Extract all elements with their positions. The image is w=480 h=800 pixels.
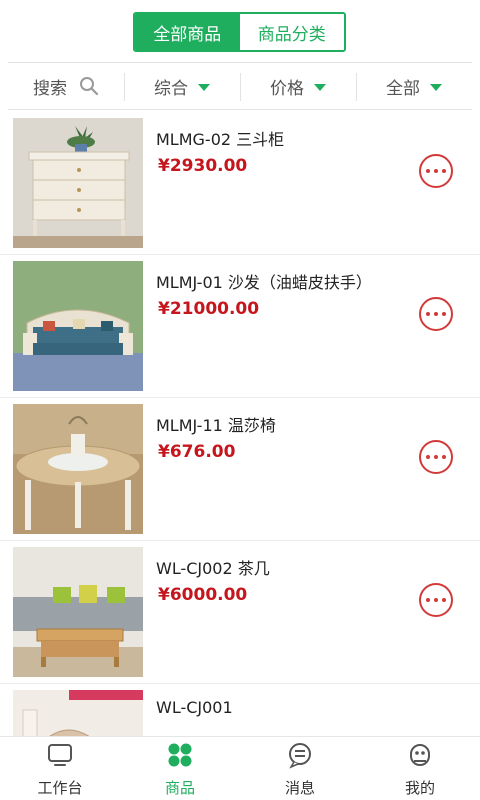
list-item[interactable]: WL-CJ002 茶几 ¥6000.00: [0, 541, 480, 684]
tab-all-products[interactable]: 全部商品: [135, 14, 240, 50]
search-label: 搜索: [33, 78, 67, 99]
product-image: [13, 261, 143, 391]
dot-icon: [442, 598, 446, 602]
product-name: MLMJ-11 温莎椅: [156, 416, 276, 435]
product-name: MLMG-02 三斗柜: [156, 130, 285, 149]
dot-icon: [426, 169, 430, 173]
dropdown-arrow-icon: [314, 83, 326, 91]
dropdown-arrow-icon: [430, 83, 442, 91]
list-item[interactable]: MLMG-02 三斗柜 ¥2930.00: [0, 112, 480, 255]
dot-icon: [434, 455, 438, 459]
nav-label: 工作台: [37, 779, 83, 797]
dot-icon: [426, 598, 430, 602]
list-item[interactable]: MLMJ-01 沙发（油蜡皮扶手） ¥21000.00: [0, 255, 480, 398]
price-filter[interactable]: 价格: [240, 63, 356, 109]
nav-label: 我的: [404, 779, 435, 797]
sort-label: 综合: [154, 78, 188, 99]
monitor-icon: [46, 741, 74, 773]
search-icon: [79, 76, 99, 96]
nav-tab-messages[interactable]: 消息: [240, 737, 360, 800]
search-button[interactable]: 搜索: [8, 63, 124, 109]
product-list: MLMG-02 三斗柜 ¥2930.00 MLMJ-01 沙发（油蜡皮扶手） ¥…: [0, 112, 480, 736]
product-image: [13, 690, 143, 736]
dot-icon: [442, 169, 446, 173]
product-image: [13, 547, 143, 677]
grid-icon: [166, 741, 194, 773]
category-filter[interactable]: 全部: [356, 63, 472, 109]
dot-icon: [434, 169, 438, 173]
product-name: MLMJ-01 沙发（油蜡皮扶手）: [156, 273, 372, 292]
product-image: [13, 118, 143, 248]
dot-icon: [442, 312, 446, 316]
dot-icon: [442, 455, 446, 459]
product-tabs: 全部商品 商品分类: [133, 12, 346, 52]
product-price: ¥21000.00: [158, 299, 260, 319]
price-filter-label: 价格: [270, 78, 304, 99]
product-price: ¥6000.00: [158, 585, 248, 605]
nav-tab-mine[interactable]: 我的: [360, 737, 480, 800]
product-name: WL-CJ001: [156, 698, 233, 717]
product-image: [13, 404, 143, 534]
chat-icon: [286, 741, 314, 773]
dot-icon: [434, 312, 438, 316]
dot-icon: [434, 598, 438, 602]
product-price: ¥676.00: [158, 442, 236, 462]
sort-filter[interactable]: 综合: [124, 63, 240, 109]
nav-label: 商品: [164, 779, 195, 797]
more-options-button[interactable]: [419, 583, 453, 617]
list-item[interactable]: MLMJ-11 温莎椅 ¥676.00: [0, 398, 480, 541]
dot-icon: [426, 455, 430, 459]
nav-tab-workbench[interactable]: 工作台: [0, 737, 120, 800]
robot-icon: [406, 741, 434, 773]
tab-product-categories[interactable]: 商品分类: [239, 14, 344, 50]
nav-label: 消息: [284, 779, 315, 797]
nav-tab-products[interactable]: 商品: [120, 737, 240, 800]
product-price: ¥2930.00: [158, 156, 248, 176]
filter-bar: 搜索 综合 价格 全部: [8, 62, 472, 110]
more-options-button[interactable]: [419, 297, 453, 331]
bottom-navigation: 工作台 商品 消息 我的: [0, 736, 480, 800]
more-options-button[interactable]: [419, 154, 453, 188]
more-options-button[interactable]: [419, 440, 453, 474]
category-filter-label: 全部: [386, 78, 420, 99]
dropdown-arrow-icon: [198, 83, 210, 91]
dot-icon: [426, 312, 430, 316]
list-item[interactable]: WL-CJ001: [0, 684, 480, 736]
product-name: WL-CJ002 茶几: [156, 559, 270, 578]
